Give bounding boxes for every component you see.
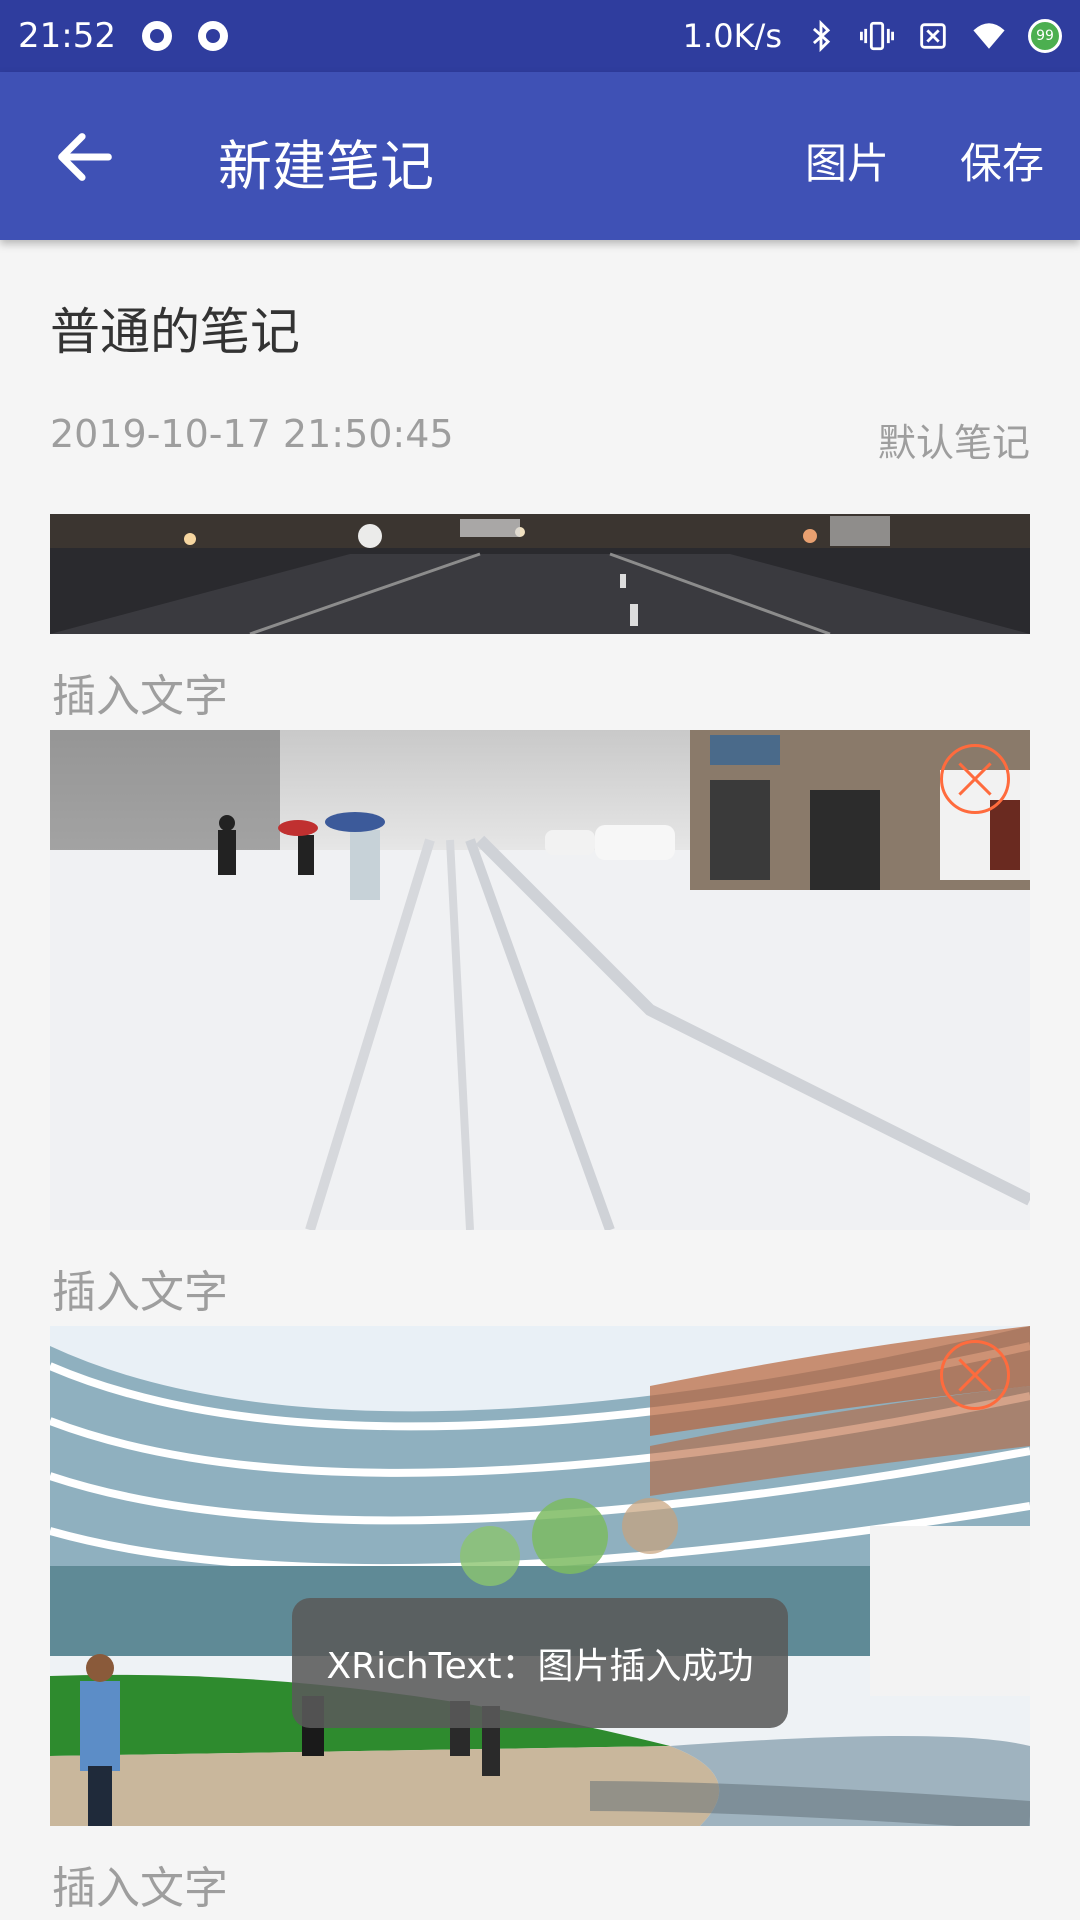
page-title: 新建笔记: [218, 135, 434, 198]
notification-icon: [197, 21, 228, 51]
wifi-icon: [973, 23, 1005, 49]
insert-text-placeholder[interactable]: 插入文字: [52, 660, 228, 724]
note-title-input[interactable]: 普通的笔记: [50, 292, 300, 364]
delete-image-button[interactable]: [940, 744, 1010, 814]
notification-icon: [141, 21, 172, 51]
back-arrow-icon[interactable]: [50, 122, 120, 192]
toast-text: XRichText：图片插入成功: [326, 1646, 754, 1687]
toast-message: XRichText：图片插入成功: [292, 1598, 788, 1728]
status-time: 21:52: [18, 16, 116, 56]
vibrate-icon: [860, 21, 894, 51]
insert-image-button[interactable]: 图片: [805, 130, 889, 191]
bluetooth-icon: [812, 19, 831, 53]
save-button[interactable]: 保存: [960, 130, 1044, 191]
note-meta: 2019-10-17 21:50:45 默认笔记: [50, 412, 1030, 467]
note-category[interactable]: 默认笔记: [878, 412, 1030, 467]
note-image-curved-building[interactable]: [50, 1326, 1030, 1826]
network-speed: 1.0K/s: [682, 17, 782, 55]
delete-image-button[interactable]: [940, 1340, 1010, 1410]
note-image-night-street[interactable]: [50, 514, 1030, 634]
note-datetime: 2019-10-17 21:50:45: [50, 412, 454, 456]
status-bar: 21:52 1.0K/s 99: [0, 0, 1080, 72]
note-image-snow-street[interactable]: [50, 730, 1030, 1230]
no-sim-icon: [920, 23, 946, 49]
insert-text-placeholder[interactable]: 插入文字: [52, 1852, 228, 1916]
insert-text-placeholder[interactable]: 插入文字: [52, 1256, 228, 1320]
app-bar: 新建笔记 图片 保存: [0, 72, 1080, 240]
battery-icon: 99: [1028, 19, 1062, 53]
